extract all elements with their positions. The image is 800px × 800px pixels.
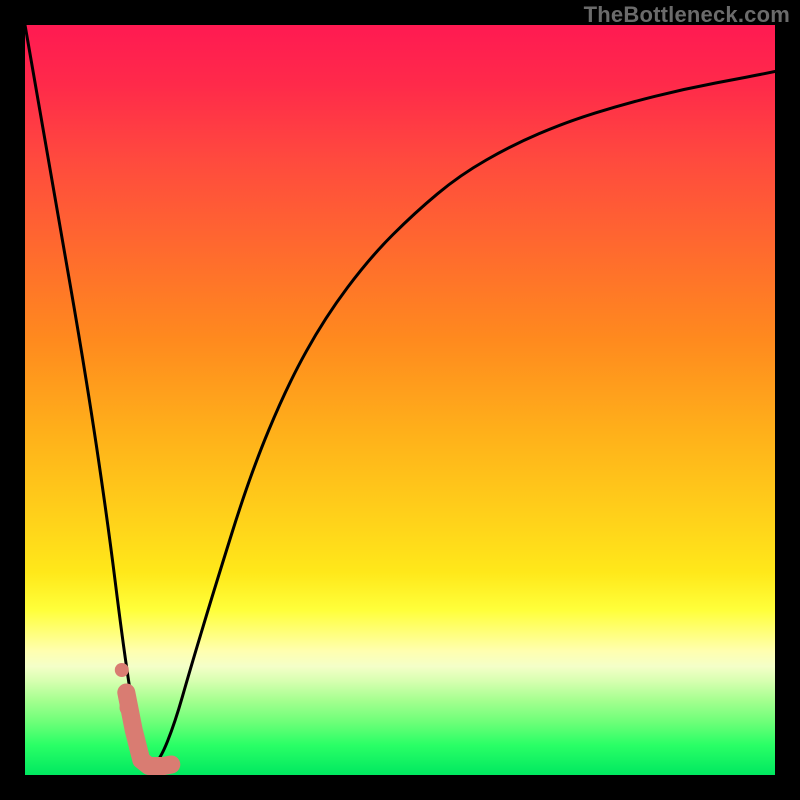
chart-svg [25, 25, 775, 775]
plot-area [25, 25, 775, 775]
marker-dot-icon [115, 663, 129, 677]
watermark-text: TheBottleneck.com [584, 2, 790, 28]
chart-stage: TheBottleneck.com [0, 0, 800, 800]
bottleneck-curve [25, 25, 775, 766]
